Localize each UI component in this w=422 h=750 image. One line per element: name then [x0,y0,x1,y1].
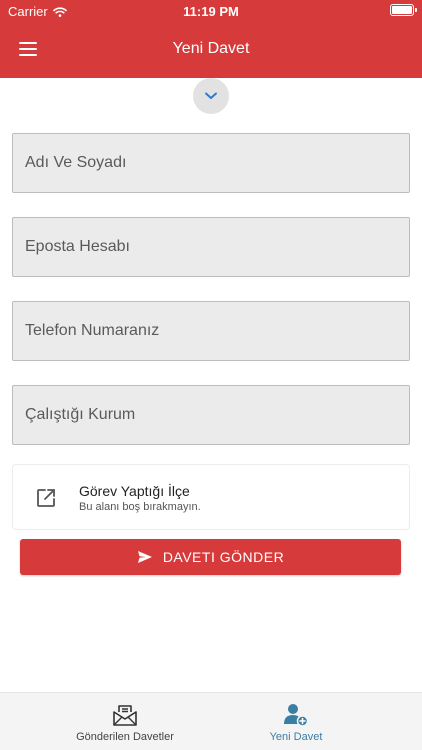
tab-sent-invites[interactable]: Gönderilen Davetler [40,693,210,750]
status-bar: Carrier 11:19 PM [0,0,422,22]
status-time: 11:19 PM [183,4,239,19]
tab-label: Yeni Davet [269,731,323,743]
send-icon [137,551,152,563]
chevron-down-icon [205,92,217,99]
send-invite-button[interactable]: DAVETI GÖNDER [20,539,401,575]
send-button-label: DAVETI GÖNDER [162,549,285,565]
bottom-tab-bar: Gönderilen Davetler Yeni Davet [0,692,422,750]
district-subtitle: Bu alanı boş bırakmayın. [79,501,201,513]
add-user-icon [284,704,309,727]
open-external-icon [37,489,55,507]
phone-input[interactable] [12,301,410,361]
page-title: Yeni Davet [172,40,250,57]
name-input[interactable] [12,133,410,193]
institution-input[interactable] [12,385,410,445]
district-selector[interactable]: Görev Yaptığı İlçe Bu alanı boş bırakmay… [12,464,410,530]
email-input[interactable] [12,217,410,277]
app-header: Carrier 11:19 PM Yeni Davet [0,0,422,78]
tab-label: Gönderilen Davetler [76,731,174,743]
tab-new-invite[interactable]: Yeni Davet [211,693,381,750]
envelope-icon [113,705,137,726]
collapse-toggle-button[interactable] [193,78,229,114]
district-title: Görev Yaptığı İlçe [79,483,190,499]
battery-icon [390,4,417,16]
